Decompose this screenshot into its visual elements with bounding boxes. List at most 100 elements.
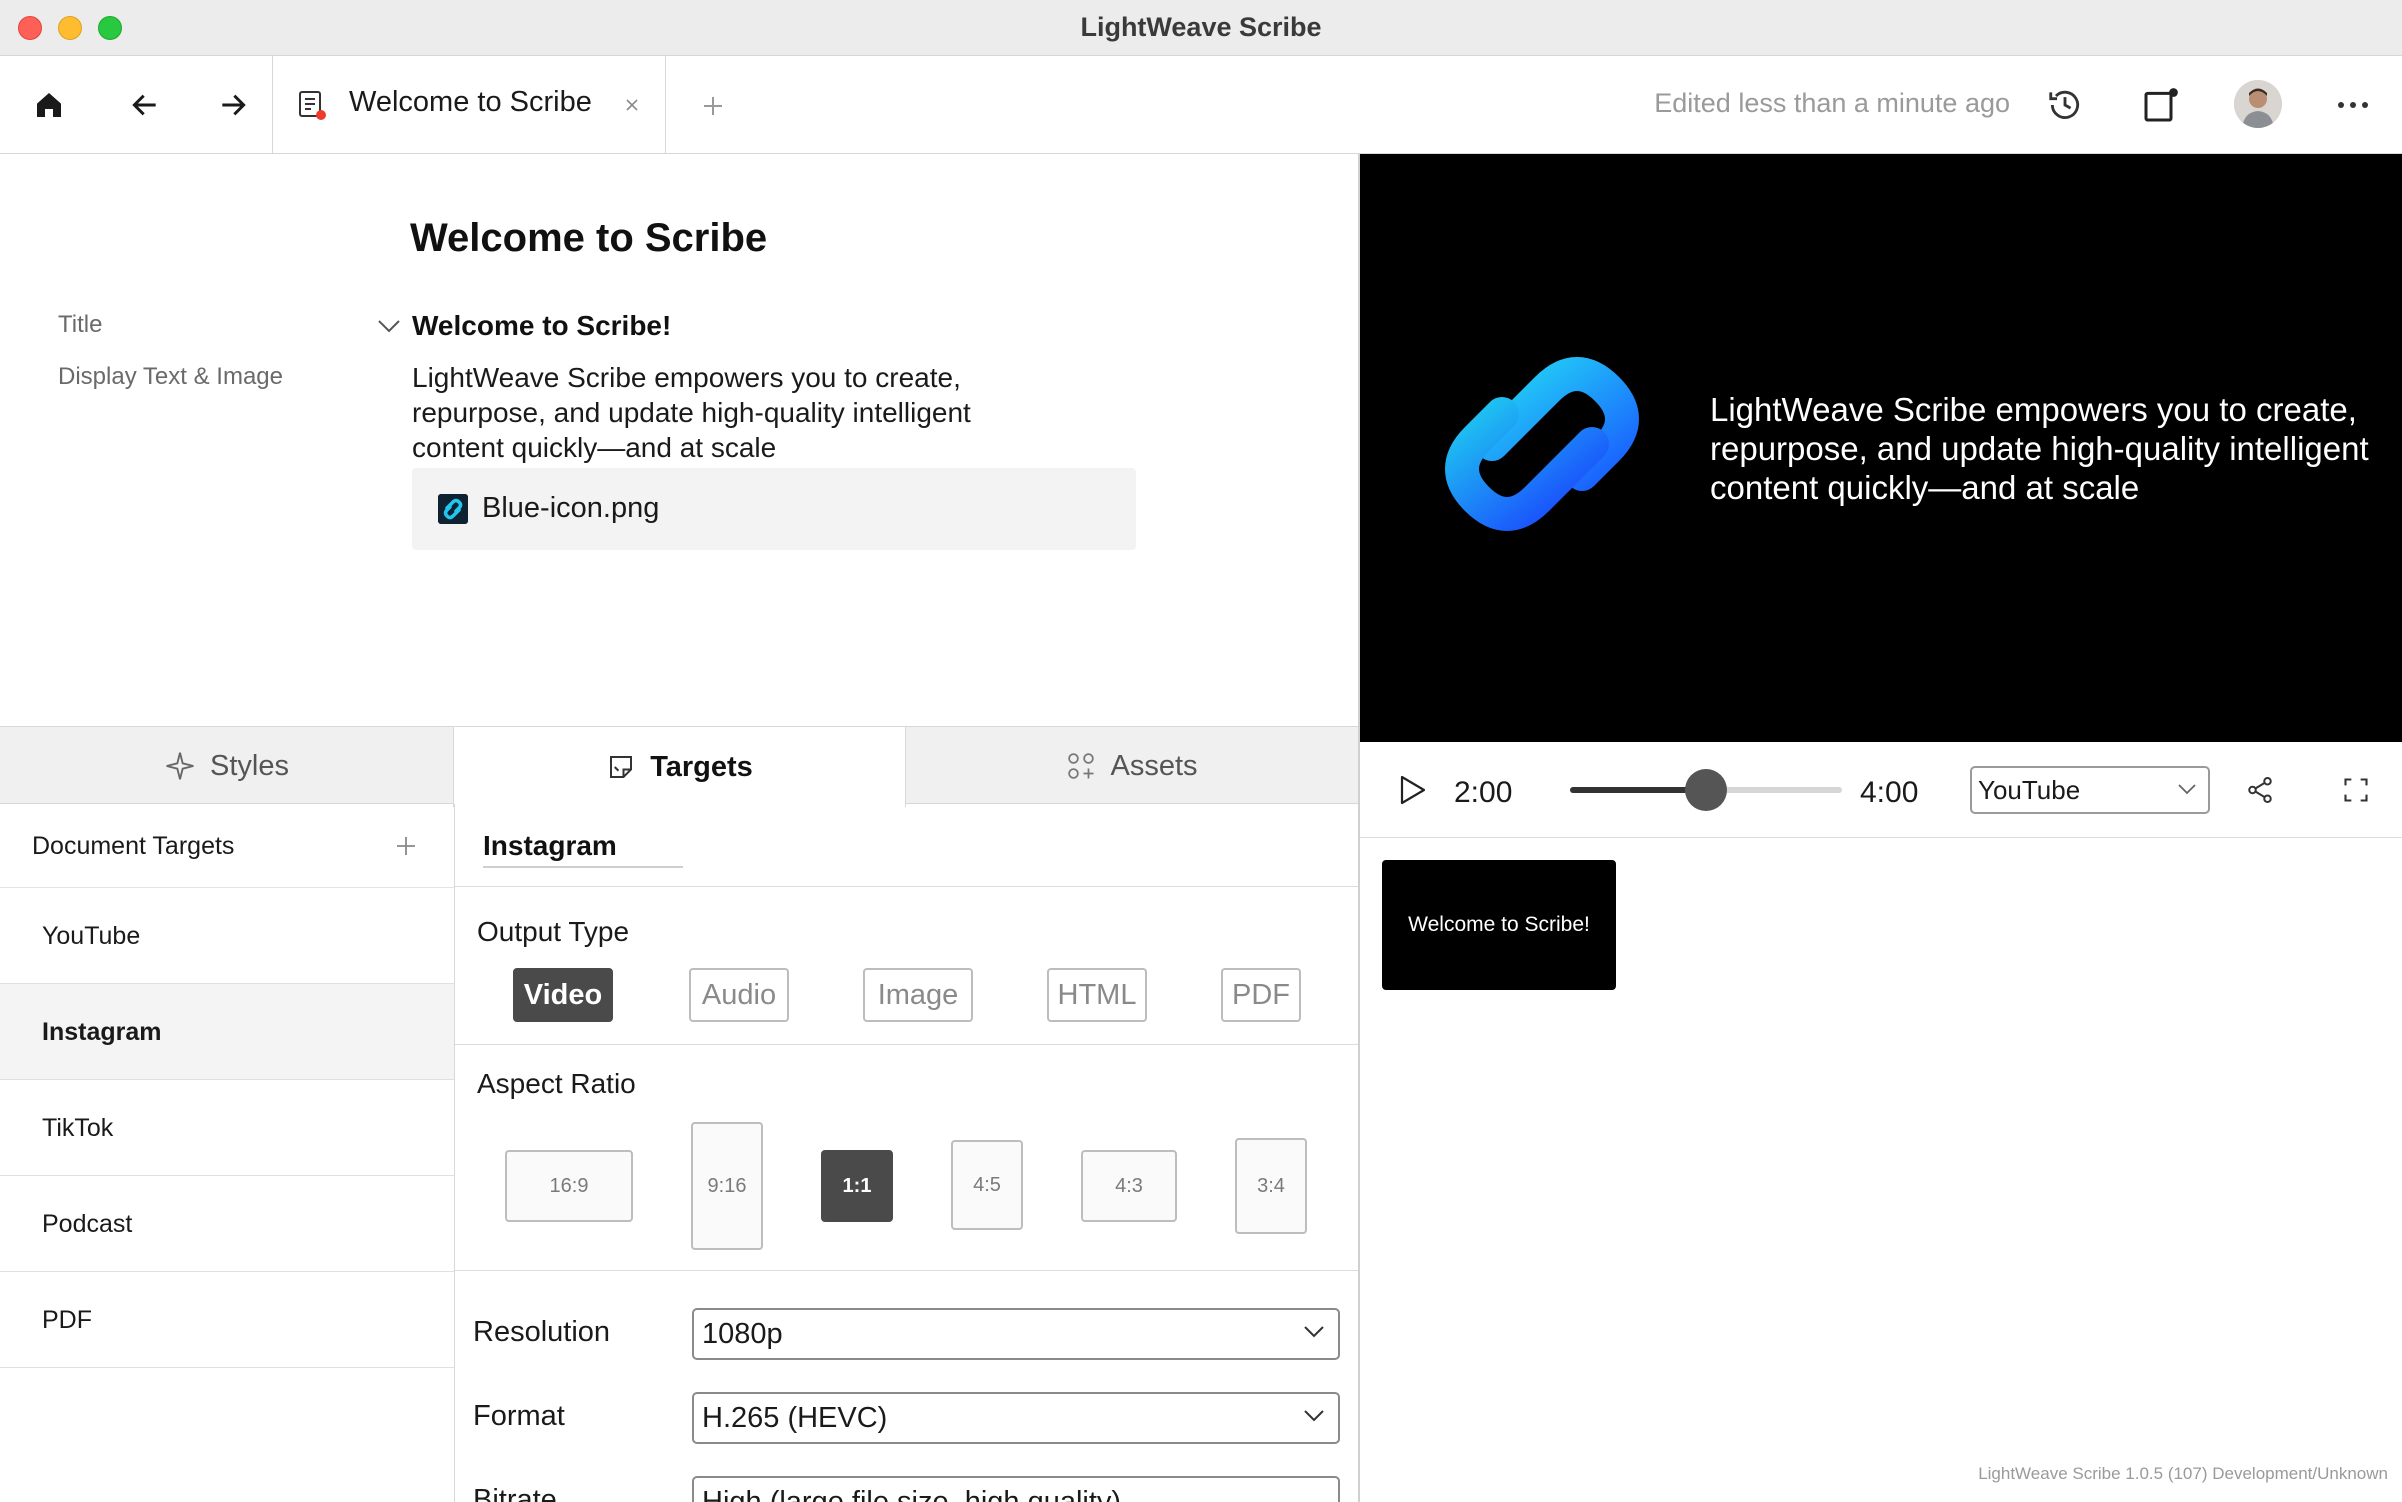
history-icon	[2049, 90, 2080, 119]
resolution-select[interactable]: 1080p	[692, 1308, 1340, 1360]
window-titlebar: LightWeave Scribe	[0, 0, 2402, 56]
sparkle-icon	[166, 752, 194, 780]
chevron-down-icon	[1304, 1326, 1324, 1338]
fullscreen-icon	[2344, 778, 2368, 802]
slide-text-field[interactable]: LightWeave Scribe empowers you to create…	[412, 360, 1012, 465]
aspect-3-4-button[interactable]: 3:4	[1235, 1138, 1307, 1234]
chevron-down-icon	[2178, 784, 2196, 795]
home-button[interactable]	[22, 78, 76, 132]
field-label-display-text: Display Text & Image	[58, 363, 283, 390]
fullscreen-button[interactable]	[2334, 768, 2378, 812]
notifications-button[interactable]	[2134, 78, 2188, 132]
tab-welcome-to-scribe[interactable]: Welcome to Scribe	[272, 56, 666, 154]
notification-square-icon	[2144, 88, 2178, 122]
plus-icon	[704, 97, 722, 115]
target-item-pdf[interactable]: PDF	[0, 1272, 454, 1368]
target-item-youtube[interactable]: YouTube	[0, 888, 454, 984]
preview-target-value: YouTube	[1978, 775, 2081, 805]
tab-assets-label: Assets	[1110, 749, 1198, 782]
playback-controls: 2:00 4:00 YouTube	[1360, 742, 2402, 838]
version-info: LightWeave Scribe 1.0.5 (107) Developmen…	[1978, 1464, 2388, 1483]
play-icon	[1400, 775, 1426, 805]
slide-thumbnail[interactable]: Welcome to Scribe!	[1382, 860, 1616, 990]
section-divider	[455, 1044, 1358, 1045]
play-button[interactable]	[1392, 770, 1432, 810]
tab-assets[interactable]: Assets	[906, 727, 1358, 805]
bitrate-select[interactable]: High (large file size, high quality)	[692, 1476, 1340, 1502]
share-icon	[2248, 777, 2272, 803]
slide-title-field[interactable]: Welcome to Scribe!	[412, 310, 671, 342]
tab-targets[interactable]: Targets	[453, 727, 906, 807]
aspect-1-1-button[interactable]: 1:1	[821, 1150, 893, 1222]
tab-styles-label: Styles	[210, 749, 289, 782]
preview-display-text: LightWeave Scribe empowers you to create…	[1710, 391, 2369, 506]
video-preview[interactable]: LightWeave Scribe empowers you to create…	[1360, 154, 2402, 742]
aspect-16-9-button[interactable]: 16:9	[505, 1150, 633, 1222]
output-image-button[interactable]: Image	[863, 968, 973, 1022]
resolution-label: Resolution	[473, 1316, 611, 1348]
format-select[interactable]: H.265 (HEVC)	[692, 1392, 1340, 1444]
chevron-down-icon[interactable]	[374, 314, 404, 338]
add-target-button[interactable]	[388, 828, 424, 864]
output-pdf-button[interactable]: PDF	[1221, 968, 1301, 1022]
tab-targets-label: Targets	[650, 750, 753, 783]
target-item-podcast[interactable]: Podcast	[0, 1176, 454, 1272]
playback-slider[interactable]	[1570, 769, 1842, 811]
target-settings: Instagram Output Type Video Audio Image …	[455, 804, 1358, 1502]
format-label: Format	[473, 1400, 565, 1432]
more-horizontal-icon	[2338, 102, 2368, 108]
document-targets-title: Document Targets	[32, 832, 235, 860]
chevron-down-icon	[1304, 1410, 1324, 1422]
bitrate-label: Bitrate	[473, 1484, 557, 1502]
bitrate-value: High (large file size, high quality)	[702, 1486, 1122, 1502]
aspect-9-16-button[interactable]: 9:16	[691, 1122, 763, 1250]
share-button[interactable]	[2238, 768, 2282, 812]
tab-styles[interactable]: Styles	[0, 727, 453, 805]
aspect-4-3-button[interactable]: 4:3	[1081, 1150, 1177, 1222]
history-button[interactable]	[2038, 78, 2092, 132]
forward-button[interactable]	[206, 78, 260, 132]
asset-filename: Blue-icon.png	[482, 492, 660, 524]
output-html-button[interactable]: HTML	[1047, 968, 1147, 1022]
image-asset-chip[interactable]: Blue-icon.png	[412, 468, 1136, 550]
tab-label: Welcome to Scribe	[349, 86, 592, 118]
output-audio-button[interactable]: Audio	[689, 968, 789, 1022]
preview-target-select[interactable]: YouTube	[1970, 766, 2210, 814]
image-file-icon	[438, 494, 468, 524]
assets-grid-icon	[1068, 753, 1095, 779]
resolution-value: 1080p	[702, 1318, 783, 1350]
output-type-label: Output Type	[477, 916, 630, 947]
document-icon	[299, 91, 326, 120]
target-name-field[interactable]: Instagram	[483, 830, 683, 868]
format-value: H.265 (HEVC)	[702, 1402, 888, 1434]
close-icon	[626, 99, 638, 111]
back-button[interactable]	[118, 78, 172, 132]
panel-tabs: Styles Targets Assets	[0, 726, 1358, 807]
new-tab-button[interactable]	[688, 86, 738, 126]
field-label-title: Title	[58, 311, 103, 338]
current-time: 2:00	[1454, 776, 1513, 809]
section-divider	[455, 1270, 1358, 1271]
plus-icon	[397, 837, 415, 855]
playback-slider-thumb[interactable]	[1685, 769, 1727, 811]
document-title: Welcome to Scribe	[410, 216, 768, 260]
person-avatar-icon	[2234, 80, 2282, 128]
section-divider	[455, 886, 1358, 887]
lightweave-logo-icon	[1445, 357, 1639, 531]
window-title: LightWeave Scribe	[1080, 12, 1322, 42]
target-note-icon	[610, 756, 633, 778]
output-video-button[interactable]: Video	[513, 968, 613, 1022]
user-avatar[interactable]	[2234, 80, 2282, 128]
more-options-button[interactable]	[2326, 78, 2380, 132]
target-list: YouTube Instagram TikTok Podcast PDF	[0, 888, 454, 1368]
aspect-4-5-button[interactable]: 4:5	[951, 1140, 1023, 1230]
aspect-ratio-label: Aspect Ratio	[477, 1068, 636, 1099]
document-targets-header: Document Targets	[0, 804, 454, 888]
tab-close-button[interactable]	[617, 90, 647, 120]
target-item-tiktok[interactable]: TikTok	[0, 1080, 454, 1176]
arrow-left-icon	[132, 94, 156, 116]
target-item-instagram[interactable]: Instagram	[0, 984, 454, 1080]
slide-thumbnails: Welcome to Scribe! LightWeave Scribe 1.0…	[1360, 838, 2402, 1502]
total-time: 4:00	[1860, 776, 1919, 809]
edited-status: Edited less than a minute ago	[1654, 88, 2010, 118]
